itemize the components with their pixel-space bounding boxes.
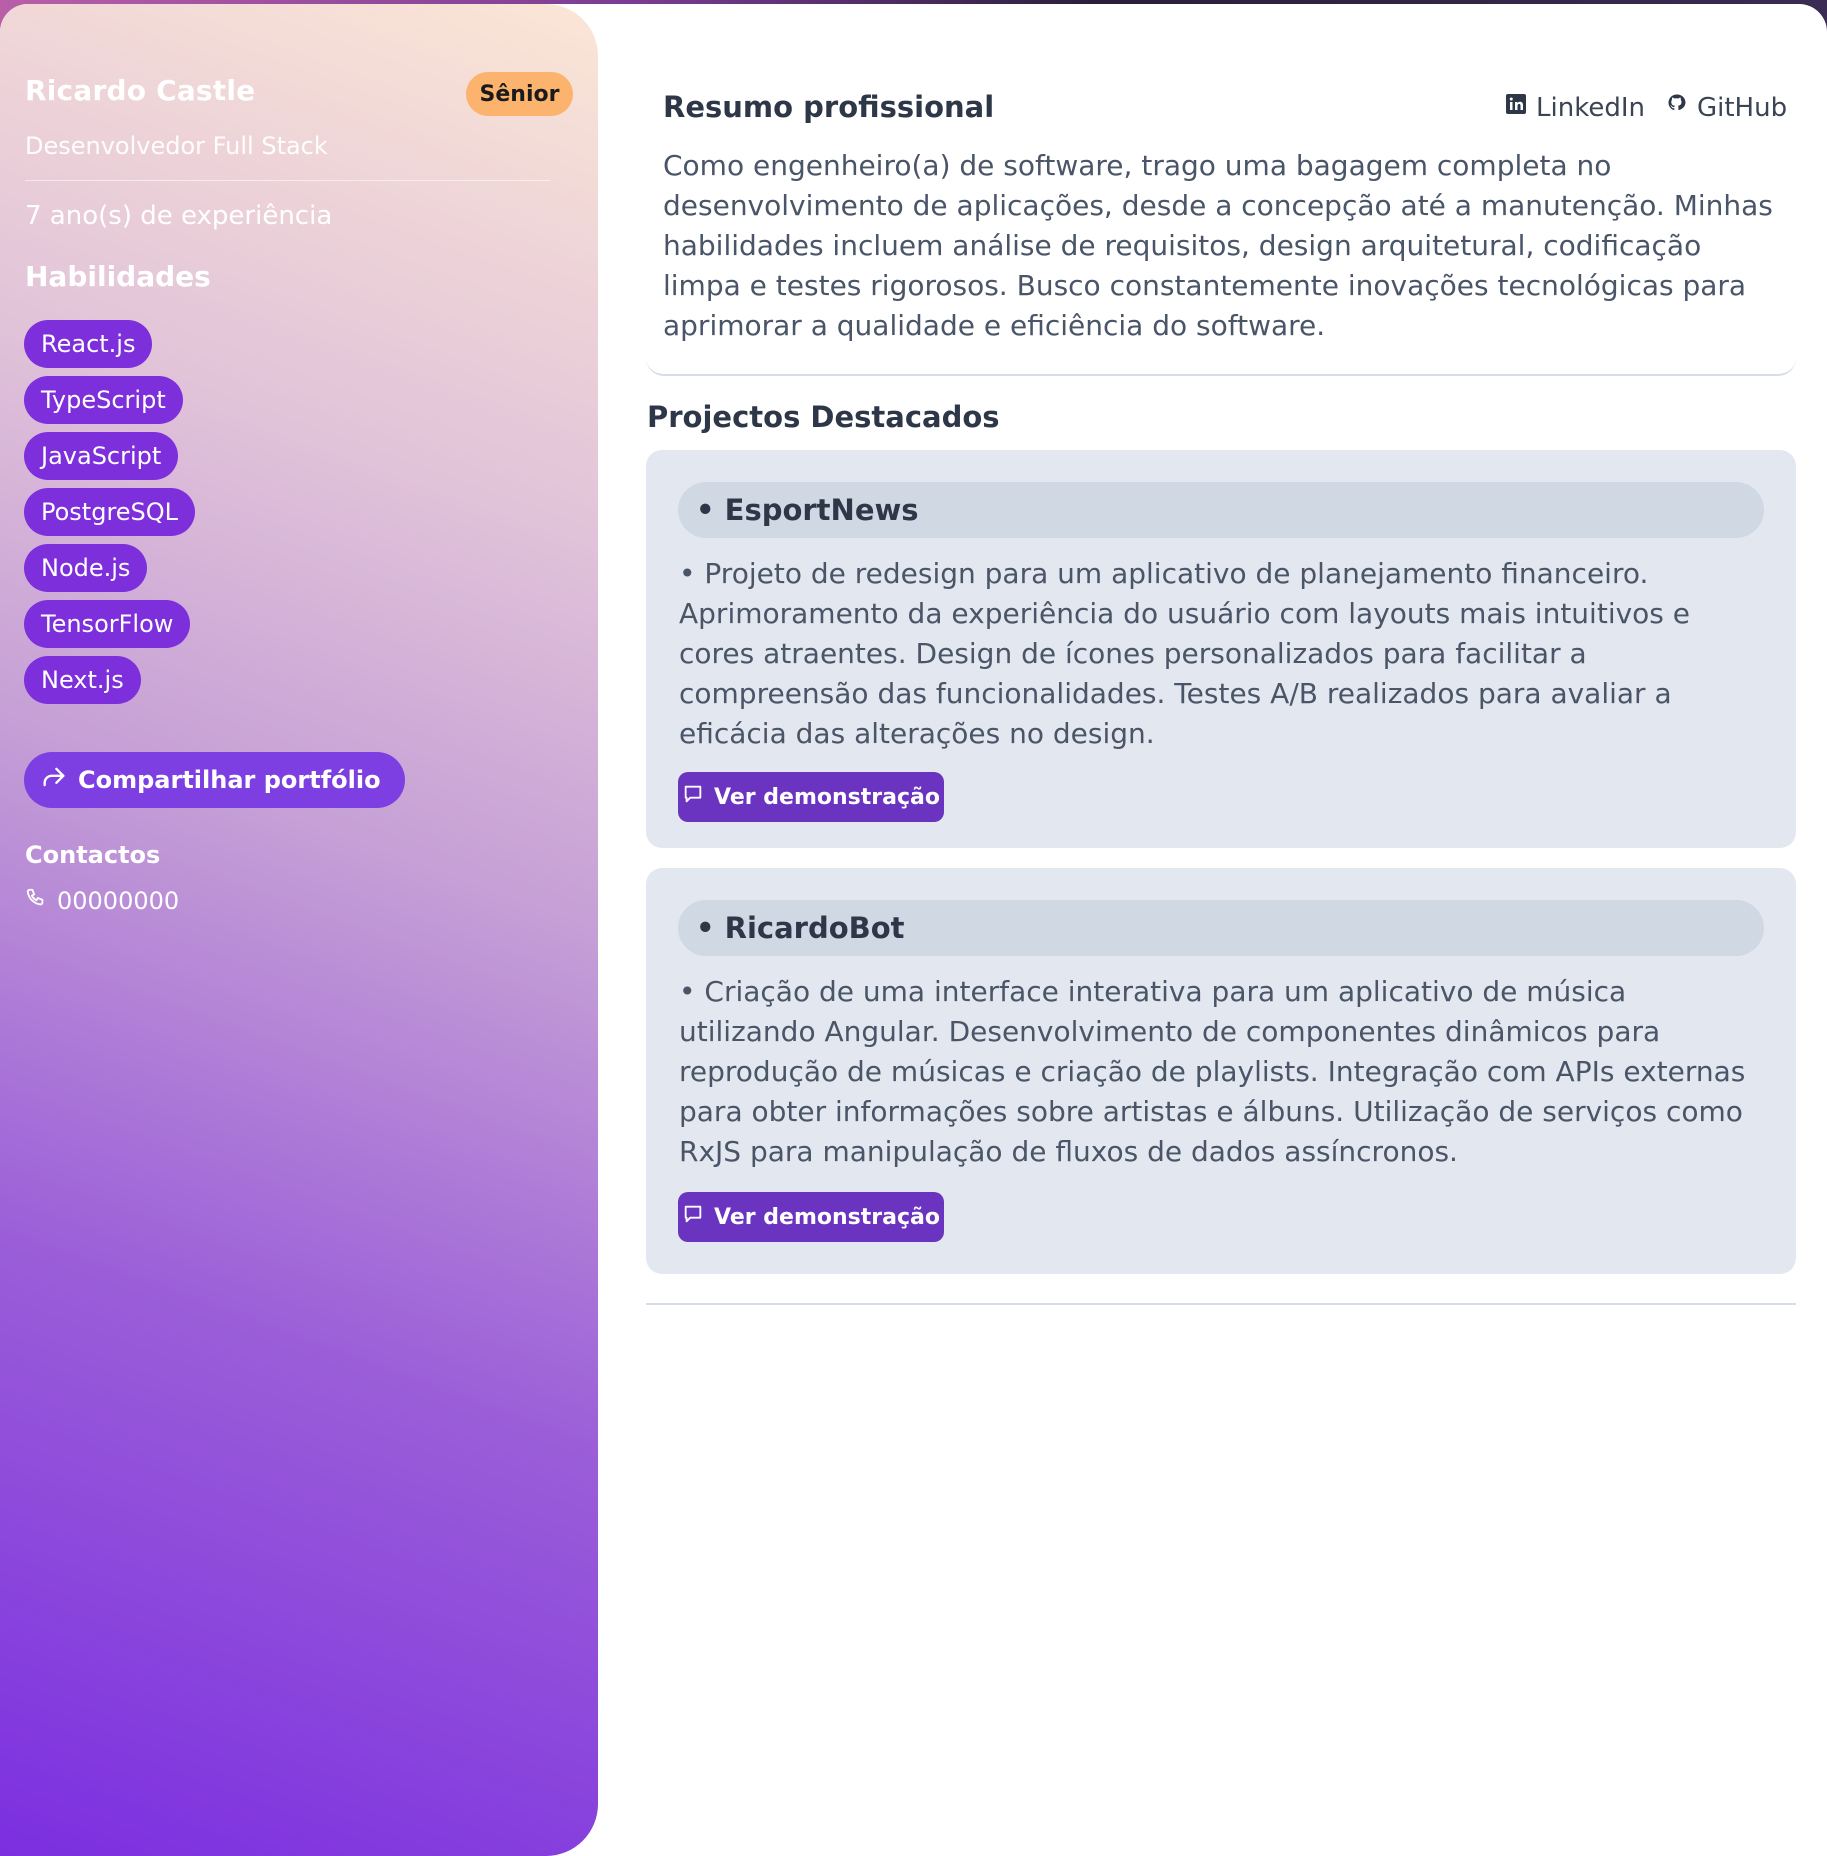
skill-tag: React.js <box>24 320 153 368</box>
message-icon <box>682 783 704 811</box>
profile-role: Desenvolvedor Full Stack <box>25 132 328 160</box>
project-description: • Criação de uma interface interativa pa… <box>679 975 1746 1168</box>
github-icon <box>1665 92 1689 123</box>
skill-tag: PostgreSQL <box>24 488 196 536</box>
project-description: • Projeto de redesign para um aplicativo… <box>679 557 1691 750</box>
linkedin-icon <box>1504 92 1528 123</box>
skills-title: Habilidades <box>25 260 211 293</box>
project-card: • EsportNews • Projeto de redesign para … <box>646 450 1796 848</box>
profile-sidebar: Ricardo Castle Sênior Desenvolvedor Full… <box>0 4 598 1856</box>
project-name: • RicardoBot <box>678 900 1764 956</box>
sidebar-divider <box>25 180 550 181</box>
view-demo-label: Ver demonstração <box>714 1204 940 1230</box>
linkedin-link[interactable]: LinkedIn <box>1504 92 1645 123</box>
skill-tag: TensorFlow <box>24 600 191 648</box>
phone-number: 00000000 <box>57 887 180 915</box>
summary-text: Como engenheiro(a) de software, trago um… <box>663 149 1773 342</box>
share-icon <box>40 763 68 797</box>
share-portfolio-button[interactable]: Compartilhar portfólio <box>24 752 405 808</box>
content-divider <box>646 1303 1796 1305</box>
phone-contact[interactable]: 00000000 <box>25 887 179 915</box>
project-card: • RicardoBot • Criação de uma interface … <box>646 868 1796 1274</box>
skill-tag: JavaScript <box>24 432 179 480</box>
skill-tag: TypeScript <box>24 376 183 424</box>
phone-icon <box>25 887 47 915</box>
profile-name: Ricardo Castle <box>25 74 256 107</box>
portfolio-page: Ricardo Castle Sênior Desenvolvedor Full… <box>0 4 1827 1856</box>
message-icon <box>682 1203 704 1231</box>
view-demo-button[interactable]: Ver demonstração <box>678 1192 944 1242</box>
share-portfolio-label: Compartilhar portfólio <box>78 766 381 794</box>
view-demo-button[interactable]: Ver demonstração <box>678 772 944 822</box>
view-demo-label: Ver demonstração <box>714 784 940 810</box>
github-link[interactable]: GitHub <box>1665 92 1787 123</box>
projects-title: Projectos Destacados <box>647 400 1000 434</box>
github-label: GitHub <box>1696 92 1788 123</box>
skills-list: React.js TypeScript JavaScript PostgreSQ… <box>24 320 196 704</box>
skill-tag: Next.js <box>24 656 141 704</box>
contacts-title: Contactos <box>25 841 161 869</box>
linkedin-label: LinkedIn <box>1536 92 1645 123</box>
social-links: LinkedIn GitHub <box>1504 92 1787 123</box>
summary-title: Resumo profissional <box>663 90 995 124</box>
profile-experience: 7 ano(s) de experiência <box>25 201 333 231</box>
level-badge: Sênior <box>466 72 573 116</box>
project-name: • EsportNews <box>678 482 1764 538</box>
skill-tag: Node.js <box>24 544 148 592</box>
